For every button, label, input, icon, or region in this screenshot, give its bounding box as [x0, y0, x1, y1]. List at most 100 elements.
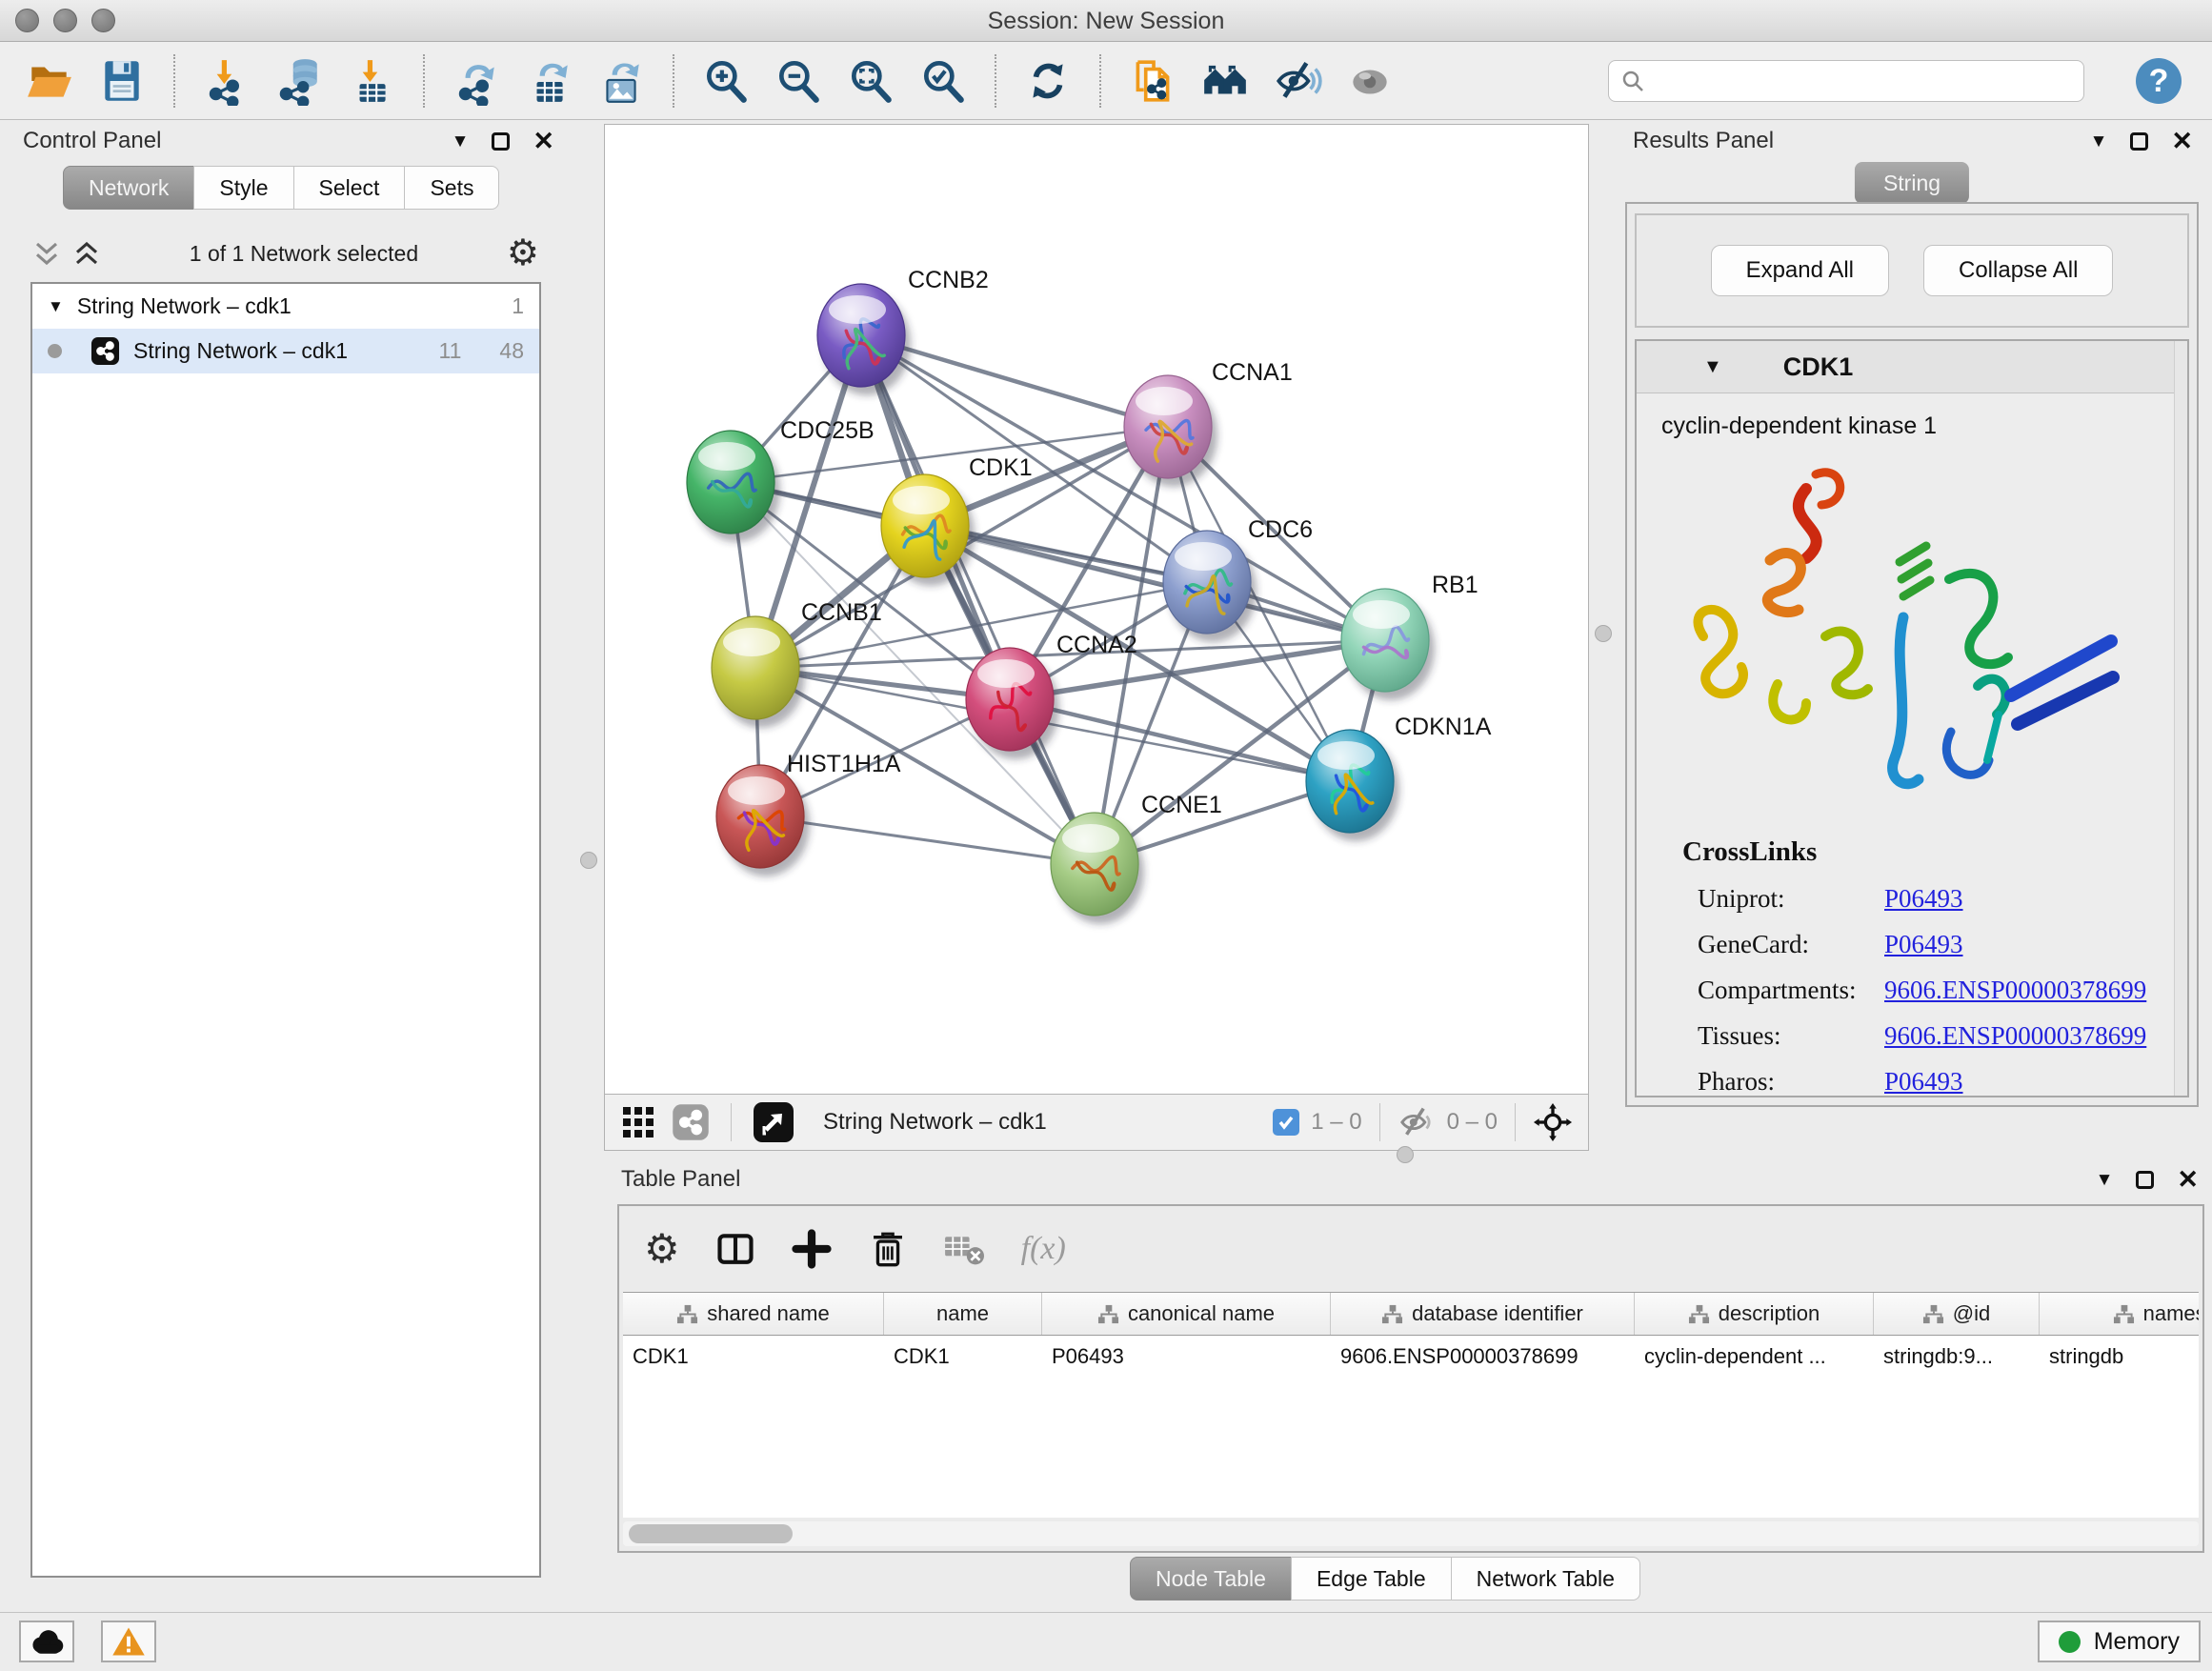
expand-all-button[interactable]: Expand All: [1711, 245, 1889, 296]
network-node-ccne1[interactable]: CCNE1: [1051, 792, 1222, 924]
column-header--id[interactable]: @id: [1874, 1293, 2040, 1335]
column-header-name[interactable]: name: [884, 1293, 1042, 1335]
table-cell[interactable]: stringdb:9...: [1874, 1336, 2040, 1378]
network-node-hist1h1a[interactable]: HIST1H1A: [716, 751, 901, 876]
zoom-out-button[interactable]: [774, 56, 823, 106]
results-scrollbar[interactable]: [2174, 341, 2187, 1096]
cdk1-section-header[interactable]: ▼ CDK1: [1637, 341, 2187, 393]
save-session-button[interactable]: [97, 56, 147, 106]
results-panel-collapse-icon[interactable]: ▼: [2090, 132, 2108, 151]
table-settings-gear-icon[interactable]: ⚙: [644, 1229, 680, 1269]
collapse-all-icon[interactable]: [32, 239, 61, 268]
search-box[interactable]: [1608, 60, 2084, 102]
hide-unhide-button[interactable]: [1273, 56, 1322, 106]
crosslink-pharos-link[interactable]: P06493: [1884, 1067, 1963, 1097]
collection-expand-icon[interactable]: ▼: [48, 298, 64, 314]
grid-view-icon[interactable]: [620, 1104, 656, 1140]
tab-node-table[interactable]: Node Table: [1130, 1557, 1292, 1601]
network-node-rb1[interactable]: RB1: [1341, 572, 1478, 700]
column-header-canonical-name[interactable]: canonical name: [1042, 1293, 1331, 1335]
search-input[interactable]: [1655, 68, 2072, 94]
detach-view-icon[interactable]: [753, 1101, 794, 1143]
open-session-button[interactable]: [25, 56, 74, 106]
tab-string[interactable]: String: [1855, 162, 1969, 204]
import-database-button[interactable]: [274, 56, 324, 106]
search-icon: [1620, 69, 1645, 93]
table-cell[interactable]: stringdb: [2040, 1336, 2199, 1378]
crosslink-uniprot-link[interactable]: P06493: [1884, 884, 1963, 914]
network-row[interactable]: String Network – cdk1 11 48: [32, 329, 539, 373]
table-panel-close-icon[interactable]: ✕: [2177, 1167, 2199, 1193]
network-node-cdkn1a[interactable]: CDKN1A: [1306, 714, 1492, 841]
table-data-row[interactable]: CDK1CDK1P064939606.ENSP00000378699cyclin…: [623, 1336, 2199, 1378]
export-network-button[interactable]: [452, 56, 501, 106]
warning-button[interactable]: [101, 1621, 156, 1662]
table-cell[interactable]: cyclin-dependent ...: [1635, 1336, 1874, 1378]
crosslink-compartments-link[interactable]: 9606.ENSP00000378699: [1884, 976, 2146, 1005]
refresh-button[interactable]: [1023, 56, 1073, 106]
function-builder-icon[interactable]: f(x): [1021, 1231, 1066, 1267]
memory-button[interactable]: Memory: [2038, 1621, 2201, 1662]
zoom-selected-button[interactable]: [918, 56, 968, 106]
table-horizontal-scrollbar[interactable]: [623, 1521, 2199, 1546]
network-node-ccnb2[interactable]: CCNB2: [817, 267, 989, 395]
cloud-button[interactable]: [19, 1621, 74, 1662]
collapse-all-button[interactable]: Collapse All: [1923, 245, 2113, 296]
column-header-namespace[interactable]: namespace: [2040, 1293, 2199, 1335]
column-header-shared-name[interactable]: shared name: [623, 1293, 884, 1335]
column-header-database-identifier[interactable]: database identifier: [1331, 1293, 1635, 1335]
export-image-button[interactable]: [596, 56, 646, 106]
table-cell[interactable]: CDK1: [884, 1336, 1042, 1378]
import-table-button[interactable]: [347, 56, 396, 106]
zoom-fit-button[interactable]: [846, 56, 895, 106]
crosslink-row: Pharos:P06493: [1698, 1067, 2187, 1097]
export-table-button[interactable]: [524, 56, 573, 106]
table-panel-collapse-icon[interactable]: ▼: [2096, 1171, 2114, 1189]
show-columns-icon[interactable]: [714, 1228, 756, 1270]
selected-checkbox-icon[interactable]: [1273, 1109, 1299, 1136]
toolbar-separator: [673, 54, 674, 108]
network-collection-row[interactable]: ▼ String Network – cdk1 1: [32, 284, 539, 329]
control-panel-close-icon[interactable]: ✕: [533, 129, 554, 154]
tab-sets[interactable]: Sets: [404, 166, 499, 210]
expand-all-icon[interactable]: [72, 239, 101, 268]
tab-network-table[interactable]: Network Table: [1451, 1557, 1640, 1601]
network-node-cdc6[interactable]: CDC6: [1163, 516, 1313, 642]
left-splitter-handle[interactable]: [580, 852, 597, 869]
results-panel-float-icon[interactable]: [2130, 132, 2148, 151]
tab-edge-table[interactable]: Edge Table: [1291, 1557, 1452, 1601]
control-panel-float-icon[interactable]: [492, 132, 510, 151]
gear-icon[interactable]: ⚙: [507, 235, 539, 272]
table-panel: Table Panel ▼ ✕ ⚙ f(x) shared namenameca…: [604, 1160, 2212, 1612]
table-cell[interactable]: 9606.ENSP00000378699: [1331, 1336, 1635, 1378]
delete-table-icon[interactable]: [943, 1230, 987, 1268]
zoom-in-button[interactable]: [701, 56, 751, 106]
column-header-description[interactable]: description: [1635, 1293, 1874, 1335]
clone-network-button[interactable]: [1128, 56, 1177, 106]
table-cell[interactable]: P06493: [1042, 1336, 1331, 1378]
tab-style[interactable]: Style: [193, 166, 293, 210]
tab-network[interactable]: Network: [63, 166, 194, 210]
right-splitter-handle[interactable]: [1595, 625, 1612, 642]
delete-column-icon[interactable]: [867, 1228, 909, 1270]
pan-crosshair-icon[interactable]: [1533, 1102, 1573, 1142]
home-view-button[interactable]: [1200, 56, 1250, 106]
results-panel-close-icon[interactable]: ✕: [2171, 129, 2193, 154]
scrollbar-thumb[interactable]: [629, 1524, 793, 1543]
network-birdseye-icon[interactable]: [672, 1103, 710, 1141]
section-collapse-icon[interactable]: ▼: [1703, 357, 1722, 376]
network-node-cdc25b[interactable]: CDC25B: [687, 417, 875, 542]
crosslink-tissues-link[interactable]: 9606.ENSP00000378699: [1884, 1021, 2146, 1051]
network-view-canvas[interactable]: CCNB2CCNA1CDC25BCDK1CDC6RB1CCNB1CCNA2CDK…: [604, 124, 1589, 1094]
add-column-icon[interactable]: [791, 1228, 833, 1270]
table-panel-float-icon[interactable]: [2136, 1171, 2154, 1189]
help-button[interactable]: ?: [2136, 58, 2182, 104]
toolbar-separator: [423, 54, 425, 108]
network-graph[interactable]: CCNB2CCNA1CDC25BCDK1CDC6RB1CCNB1CCNA2CDK…: [605, 125, 1588, 1093]
import-network-button[interactable]: [202, 56, 251, 106]
control-panel-collapse-icon[interactable]: ▼: [452, 132, 470, 151]
tab-select[interactable]: Select: [293, 166, 406, 210]
show-eye-button[interactable]: [1345, 56, 1395, 106]
table-cell[interactable]: CDK1: [623, 1336, 884, 1378]
crosslink-genecard-link[interactable]: P06493: [1884, 930, 1963, 959]
